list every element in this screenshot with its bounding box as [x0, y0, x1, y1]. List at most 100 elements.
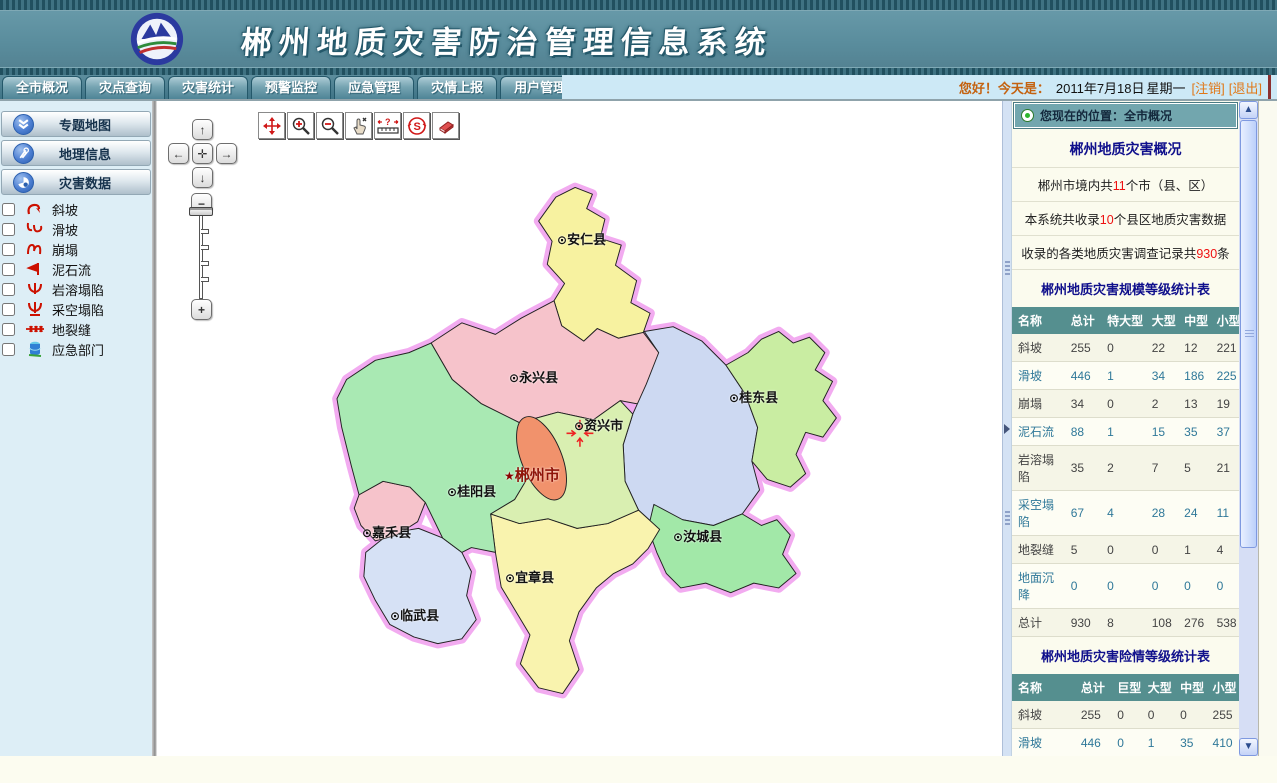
- zoom-slider-tick: [201, 229, 209, 234]
- overview-line-1: 郴州市境内共11个市（县、区）: [1012, 168, 1239, 202]
- scroll-track[interactable]: [1239, 549, 1258, 738]
- sidebar-section-label: 灾害数据: [34, 173, 150, 192]
- data-chart-icon: [13, 172, 34, 193]
- table-row: 斜坡255000255: [1012, 701, 1239, 729]
- map-label-yongxing: ⊙永兴县: [509, 367, 558, 386]
- map-label-rucheng: ⊙汝城县: [673, 526, 722, 545]
- pan-right-button[interactable]: →: [216, 143, 237, 164]
- map-label-zixing: ⊙资兴市: [574, 415, 623, 434]
- landslide-icon: [22, 220, 48, 238]
- exit-link[interactable]: [退出]: [1229, 78, 1262, 97]
- risk-grade-table: 名称总计巨型大型中型小型 斜坡255000255 滑坡4460135410 崩塌…: [1012, 674, 1239, 756]
- pan-icon[interactable]: [258, 112, 285, 139]
- layer-checkbox-collapse[interactable]: [2, 243, 15, 256]
- mined-out-collapse-icon: [22, 300, 48, 318]
- layer-label: 斜坡: [52, 200, 78, 219]
- greeting-text: 您好！今天是：: [959, 78, 1050, 97]
- location-bar: 您现在的位置：全市概况: [1014, 103, 1237, 128]
- scale-grade-table: 名称总计特大型大型中型小型 斜坡25502212221 滑坡4461341862…: [1012, 307, 1239, 637]
- layer-checkbox-karst-collapse[interactable]: [2, 283, 15, 296]
- table-row: 崩塌34021319: [1012, 390, 1239, 418]
- pan-left-button[interactable]: ←: [168, 143, 189, 164]
- table-header-row: 名称总计巨型大型中型小型: [1012, 674, 1239, 701]
- identify-hand-icon[interactable]: [345, 112, 372, 139]
- map-label-yizhang: ⊙宜章县: [505, 567, 554, 586]
- table1-title: 郴州地质灾害规模等级统计表: [1012, 270, 1239, 307]
- sidebar-section-label: 地理信息: [34, 144, 150, 163]
- splitter-collapse-arrow[interactable]: [1004, 424, 1010, 434]
- count-records: 930: [1196, 247, 1217, 261]
- layer-row-ground-fissure: 地裂缝: [0, 319, 152, 339]
- table-row: 地裂缝50014: [1012, 536, 1239, 564]
- table-row: 采空塌陷674282411: [1012, 491, 1239, 536]
- zoom-slider-thumb[interactable]: [189, 207, 213, 216]
- map-label-linwu: ⊙临武县: [390, 605, 439, 624]
- overview-line-2: 本系统共收录10个县区地质灾害数据: [1012, 202, 1239, 236]
- layer-row-mined-out-collapse: 采空塌陷: [0, 299, 152, 319]
- emergency-dept-icon: [22, 340, 48, 358]
- panel-splitter[interactable]: [1002, 101, 1011, 756]
- pan-up-button[interactable]: ↑: [192, 119, 213, 140]
- zoom-slider-tick: [201, 277, 209, 282]
- zoom-in-icon[interactable]: [287, 112, 314, 139]
- debris-flow-icon: [22, 260, 48, 278]
- map-label-guidong: ⊙桂东县: [729, 387, 778, 406]
- map-label-guiyang: ⊙桂阳县: [447, 481, 496, 500]
- layer-label: 泥石流: [52, 260, 91, 279]
- scroll-thumb[interactable]: [1240, 120, 1257, 548]
- window-edge-line: [1268, 75, 1271, 99]
- eraser-icon[interactable]: [432, 112, 459, 139]
- tab-disaster-report[interactable]: 灾情上报: [417, 76, 497, 99]
- tools-icon: [13, 143, 34, 164]
- table-total-row: 总计9308108276538: [1012, 609, 1239, 637]
- tab-disaster-stats[interactable]: 灾害统计: [168, 76, 248, 99]
- pan-center-button[interactable]: ✛: [192, 143, 213, 164]
- splitter-grip: [1005, 261, 1010, 275]
- splitter-grip: [1005, 511, 1010, 525]
- right-panel: 您现在的位置：全市概况 郴州地质灾害概况 郴州市境内共11个市（县、区） 本系统…: [1011, 101, 1239, 756]
- globe-mountain-logo-icon: [128, 10, 186, 68]
- region-yizhang[interactable]: [491, 510, 660, 693]
- overview-title: 郴州地质灾害概况: [1012, 130, 1239, 168]
- main-nav: 全市概况 灾点查询 灾害统计 预警监控 应急管理 灾情上报 用户管理 您好！今天…: [0, 75, 1277, 101]
- sidebar-section-geo-info[interactable]: 地理信息: [1, 140, 151, 166]
- collapse-icon: [22, 240, 48, 258]
- sidebar-section-thematic-map[interactable]: 专题地图: [1, 111, 151, 137]
- zoom-out-icon[interactable]: [316, 112, 343, 139]
- zoom-slider-track[interactable]: [199, 215, 203, 299]
- zoom-slider-tick: [201, 261, 209, 266]
- tab-emergency-mgmt[interactable]: 应急管理: [334, 76, 414, 99]
- table-row: 岩溶塌陷3527521: [1012, 446, 1239, 491]
- slope-icon: [22, 200, 48, 218]
- layer-checkbox-mined-out-collapse[interactable]: [2, 303, 15, 316]
- panel-scrollbar[interactable]: ▲ ▼: [1239, 101, 1258, 756]
- layer-checkbox-emergency-dept[interactable]: [2, 343, 15, 356]
- map-toolbar: ? S: [258, 112, 459, 139]
- tab-warning-monitor[interactable]: 预警监控: [251, 76, 331, 99]
- layer-checkbox-debris-flow[interactable]: [2, 263, 15, 276]
- banner-pattern-top: [0, 0, 1277, 11]
- scroll-down-arrow[interactable]: ▼: [1239, 738, 1258, 756]
- measure-distance-icon[interactable]: ?: [374, 112, 401, 139]
- scale-icon[interactable]: S: [403, 112, 430, 139]
- layer-checkbox-slope[interactable]: [2, 203, 15, 216]
- zoom-slider-tick: [201, 245, 209, 250]
- zoom-in-step-button[interactable]: +: [191, 299, 212, 320]
- scroll-up-arrow[interactable]: ▲: [1239, 101, 1258, 119]
- logout-link[interactable]: [注销]: [1192, 78, 1225, 97]
- app-title: 郴州地质灾害防治管理信息系统: [239, 17, 774, 62]
- layer-row-collapse: 崩塌: [0, 239, 152, 259]
- tab-site-query[interactable]: 灾点查询: [85, 76, 165, 99]
- svg-text:?: ?: [385, 117, 391, 127]
- left-sidebar: 专题地图 地理信息 灾害数据 斜坡: [0, 101, 152, 756]
- sidebar-section-disaster-data[interactable]: 灾害数据: [1, 169, 151, 195]
- tab-city-overview[interactable]: 全市概况: [2, 76, 82, 99]
- map-canvas[interactable]: ⊙安仁县 ⊙永兴县 ⊙资兴市 ⊙桂东县 ★郴州市 ⊙桂阳县 ⊙嘉禾县 ⊙汝城县 …: [157, 101, 1002, 756]
- app-banner: 郴州地质灾害防治管理信息系统: [0, 0, 1277, 75]
- pan-down-button[interactable]: ↓: [192, 167, 213, 188]
- svg-text:S: S: [413, 121, 420, 133]
- location-dot-icon: [1021, 109, 1034, 122]
- layer-checkbox-ground-fissure[interactable]: [2, 323, 15, 336]
- layer-checkbox-landslide[interactable]: [2, 223, 15, 236]
- layer-list: 斜坡 滑坡 崩塌 泥石流: [0, 199, 152, 359]
